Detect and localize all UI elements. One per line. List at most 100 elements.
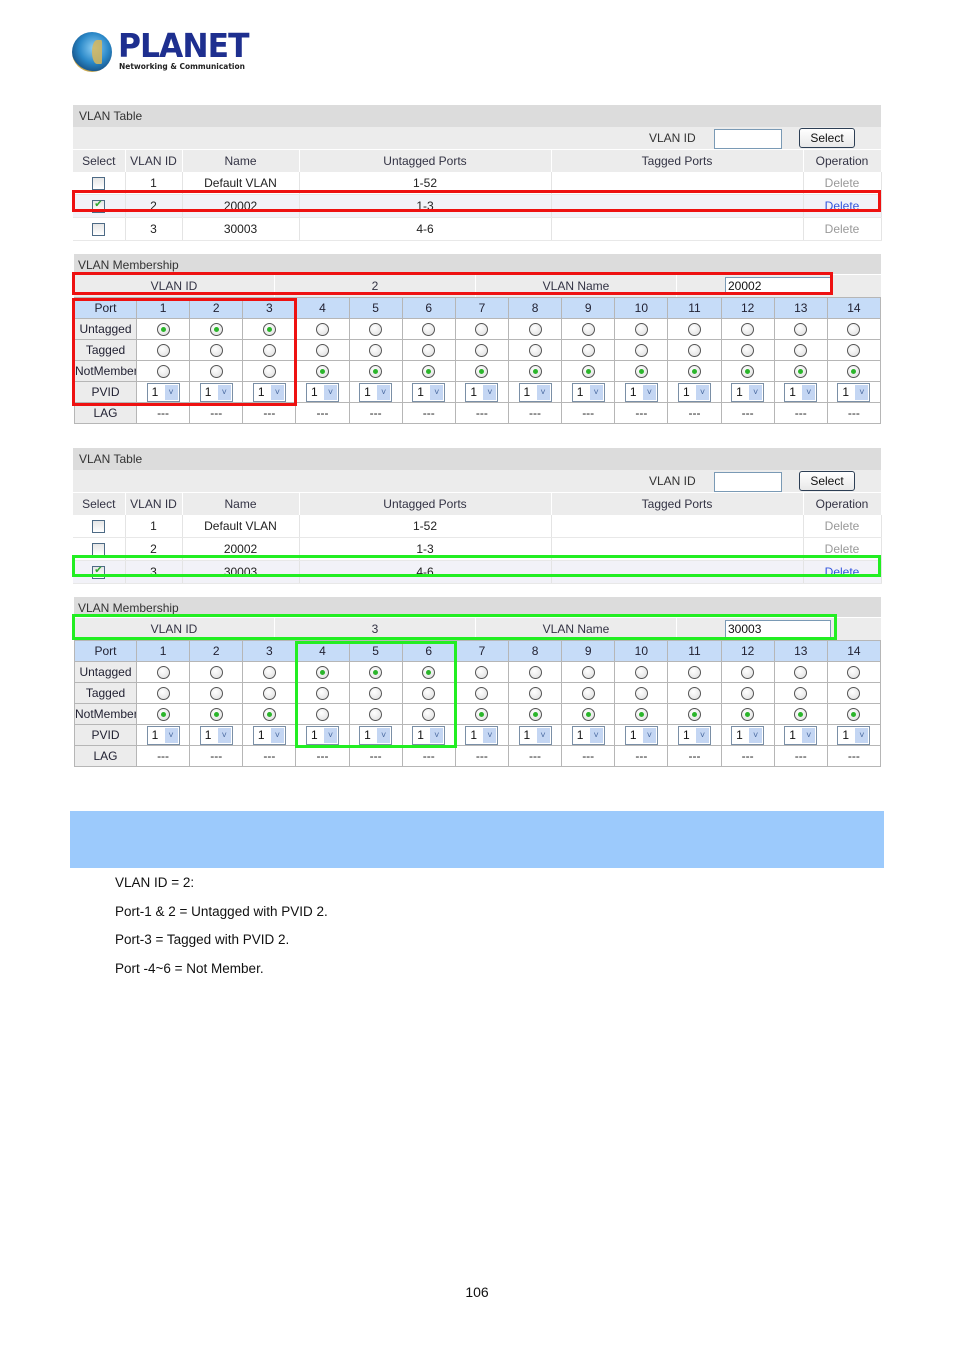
radio-tagged[interactable] [741,344,755,358]
vlan-id-input[interactable] [714,472,782,492]
radio-tagged[interactable] [262,687,276,701]
radio-notmember[interactable] [687,708,701,722]
row-checkbox[interactable] [92,177,106,191]
pvid-select[interactable]: 1 ˅ [518,725,552,745]
radio-notmember[interactable] [315,708,329,722]
radio-tagged[interactable] [581,687,595,701]
radio-tagged[interactable] [156,687,170,701]
pvid-select[interactable]: 1 ˅ [731,382,765,402]
radio-untagged[interactable] [369,323,383,337]
delete-link[interactable]: Delete [825,565,860,579]
radio-notmember[interactable] [475,708,489,722]
radio-untagged[interactable] [528,323,542,337]
delete-link[interactable]: Delete [825,199,860,213]
vlan-name-input[interactable]: 20002 [725,277,831,295]
radio-notmember[interactable] [794,708,808,722]
delete-link[interactable]: Delete [825,176,860,190]
radio-tagged[interactable] [794,344,808,358]
radio-notmember[interactable] [475,365,489,379]
pvid-select[interactable]: 1 ˅ [412,725,446,745]
pvid-select[interactable]: 1 ˅ [624,382,658,402]
row-checkbox[interactable] [92,223,106,237]
radio-tagged[interactable] [475,344,489,358]
pvid-select[interactable]: 1 ˅ [359,725,393,745]
radio-notmember[interactable] [581,708,595,722]
radio-notmember[interactable] [634,365,648,379]
radio-tagged[interactable] [581,344,595,358]
radio-untagged[interactable] [475,666,489,680]
radio-untagged[interactable] [315,323,329,337]
row-checkbox[interactable] [92,199,106,214]
radio-tagged[interactable] [315,344,329,358]
radio-tagged[interactable] [847,687,861,701]
radio-tagged[interactable] [528,687,542,701]
radio-untagged[interactable] [422,666,436,680]
radio-notmember[interactable] [209,708,223,722]
pvid-select[interactable]: 1 ˅ [465,725,499,745]
radio-tagged[interactable] [369,687,383,701]
radio-untagged[interactable] [209,666,223,680]
radio-notmember[interactable] [209,365,223,379]
radio-untagged[interactable] [847,323,861,337]
radio-untagged[interactable] [262,323,276,337]
radio-tagged[interactable] [687,687,701,701]
delete-link[interactable]: Delete [825,519,860,533]
pvid-select[interactable]: 1 ˅ [518,382,552,402]
radio-untagged[interactable] [422,323,436,337]
radio-notmember[interactable] [262,708,276,722]
radio-untagged[interactable] [475,323,489,337]
pvid-select[interactable]: 1 ˅ [784,382,818,402]
pvid-select[interactable]: 1 ˅ [837,382,871,402]
radio-untagged[interactable] [634,666,648,680]
pvid-select[interactable]: 1 ˅ [837,725,871,745]
pvid-select[interactable]: 1 ˅ [624,725,658,745]
delete-link[interactable]: Delete [825,542,860,556]
radio-notmember[interactable] [422,365,436,379]
radio-untagged[interactable] [581,666,595,680]
radio-untagged[interactable] [741,666,755,680]
radio-notmember[interactable] [262,365,276,379]
radio-notmember[interactable] [581,365,595,379]
radio-tagged[interactable] [315,687,329,701]
radio-notmember[interactable] [528,708,542,722]
radio-tagged[interactable] [209,687,223,701]
pvid-select[interactable]: 1 ˅ [199,382,233,402]
radio-tagged[interactable] [369,344,383,358]
radio-untagged[interactable] [528,666,542,680]
radio-untagged[interactable] [581,323,595,337]
radio-tagged[interactable] [262,344,276,358]
radio-untagged[interactable] [634,323,648,337]
radio-tagged[interactable] [528,344,542,358]
pvid-select[interactable]: 1 ˅ [146,382,180,402]
pvid-select[interactable]: 1 ˅ [677,382,711,402]
pvid-select[interactable]: 1 ˅ [252,725,286,745]
vlan-id-input[interactable] [714,129,782,149]
radio-tagged[interactable] [422,344,436,358]
radio-untagged[interactable] [847,666,861,680]
pvid-select[interactable]: 1 ˅ [359,382,393,402]
radio-untagged[interactable] [687,666,701,680]
pvid-select[interactable]: 1 ˅ [571,725,605,745]
pvid-select[interactable]: 1 ˅ [146,725,180,745]
radio-notmember[interactable] [741,365,755,379]
radio-notmember[interactable] [369,365,383,379]
radio-untagged[interactable] [156,323,170,337]
radio-notmember[interactable] [794,365,808,379]
radio-untagged[interactable] [262,666,276,680]
radio-untagged[interactable] [209,323,223,337]
row-checkbox[interactable] [92,520,106,534]
pvid-select[interactable]: 1 ˅ [252,382,286,402]
radio-untagged[interactable] [315,666,329,680]
pvid-select[interactable]: 1 ˅ [465,382,499,402]
radio-untagged[interactable] [794,323,808,337]
radio-notmember[interactable] [847,365,861,379]
radio-notmember[interactable] [634,708,648,722]
radio-tagged[interactable] [475,687,489,701]
radio-tagged[interactable] [794,687,808,701]
radio-notmember[interactable] [528,365,542,379]
radio-untagged[interactable] [156,666,170,680]
radio-notmember[interactable] [741,708,755,722]
radio-untagged[interactable] [687,323,701,337]
pvid-select[interactable]: 1 ˅ [412,382,446,402]
select-button[interactable]: Select [799,128,855,148]
